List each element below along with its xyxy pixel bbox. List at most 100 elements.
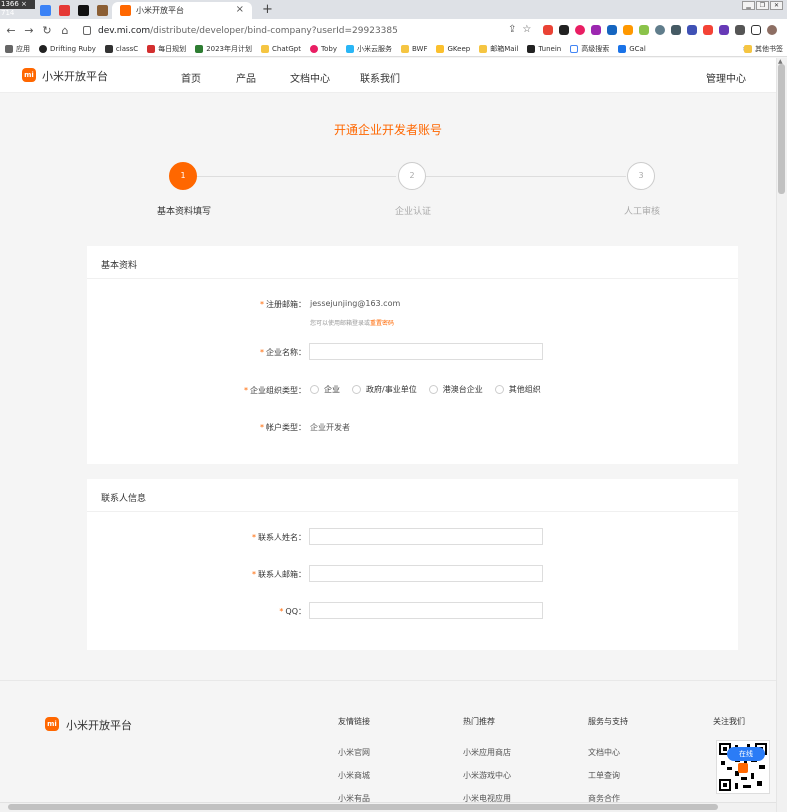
profile-avatar[interactable]: [767, 24, 778, 35]
extension-icon[interactable]: [703, 24, 714, 35]
bookmark-item[interactable]: 每日规划: [147, 44, 186, 54]
bookmark-item[interactable]: GKeep: [436, 45, 470, 53]
required-mark: *: [260, 348, 264, 357]
footer-link[interactable]: 文档中心: [588, 747, 620, 758]
mi-favicon-icon: [120, 5, 131, 16]
forward-icon[interactable]: →: [20, 24, 38, 37]
sidepanel-icon[interactable]: [751, 24, 762, 35]
bookmark-item[interactable]: classC: [104, 45, 138, 53]
step-1-label: 基本资料填写: [156, 207, 211, 217]
close-tab-icon[interactable]: ×: [236, 4, 244, 15]
contact-name-label: * 联系人姓名：: [252, 533, 306, 542]
nav-products[interactable]: 产品: [236, 70, 256, 85]
company-name-label: * 企业名称：: [260, 348, 306, 357]
bookmark-icon: [147, 45, 156, 53]
org-type-radio-group: 企业 政府/事业单位 港澳台企业 其他组织: [310, 384, 541, 395]
footer-col-title: 热门推荐: [463, 717, 495, 726]
required-mark: *: [260, 423, 264, 432]
bookmark-item[interactable]: ChatGpt: [261, 45, 301, 53]
bookmark-item[interactable]: GCal: [618, 45, 646, 53]
nav-home[interactable]: 首页: [181, 70, 201, 85]
bookmark-item[interactable]: 高级搜索: [570, 44, 609, 54]
tab-favicons[interactable]: [40, 2, 108, 19]
org-type-radio-enterprise[interactable]: 企业: [310, 384, 340, 395]
bookmark-item[interactable]: 邮箱Mail: [479, 44, 518, 54]
horizontal-scrollbar-thumb[interactable]: [8, 804, 718, 810]
footer-link[interactable]: 小米官网: [338, 747, 370, 758]
new-tab-button[interactable]: +: [262, 2, 273, 17]
online-chat-button[interactable]: 在线: [727, 747, 765, 761]
footer-col-title: 服务与支持: [588, 717, 628, 726]
reset-password-link[interactable]: 重置密码: [370, 320, 394, 327]
bookmark-item[interactable]: 应用: [5, 44, 30, 54]
extension-icon[interactable]: [591, 24, 602, 35]
basic-info-title: 基本资料: [101, 261, 138, 271]
org-type-radio-hk-mo-tw[interactable]: 港澳台企业: [428, 384, 483, 395]
step-connector: [426, 176, 626, 177]
extension-icon[interactable]: [671, 24, 682, 35]
google-icon: [570, 45, 579, 53]
extension-icon[interactable]: [559, 24, 570, 35]
menu-dots-icon[interactable]: ⋮: [783, 24, 787, 35]
admin-center-link[interactable]: 管理中心: [706, 70, 746, 85]
footer-link[interactable]: 小米游戏中心: [463, 770, 511, 781]
contact-email-input[interactable]: [309, 565, 543, 582]
extension-icon[interactable]: [687, 24, 698, 35]
extension-icon[interactable]: [623, 24, 634, 35]
extension-icon[interactable]: [607, 24, 618, 35]
radio-circle-icon: [428, 385, 438, 394]
extension-icon[interactable]: [639, 24, 650, 35]
star-icon[interactable]: ☆: [522, 24, 531, 35]
extension-icon[interactable]: [655, 24, 666, 35]
nav-contact[interactable]: 联系我们: [360, 70, 400, 85]
required-mark: *: [244, 386, 248, 395]
extension-icon[interactable]: [719, 24, 730, 35]
bookmark-item[interactable]: Tunein: [527, 45, 561, 53]
bookmark-icon: [195, 45, 204, 53]
scrollbar-thumb[interactable]: [778, 64, 785, 194]
url-host: dev.mi.com: [98, 25, 151, 36]
footer-link[interactable]: 工单查询: [588, 770, 620, 781]
back-icon[interactable]: ←: [2, 24, 20, 37]
org-type-radio-government[interactable]: 政府/事业单位: [352, 384, 417, 395]
contact-info-title: 联系人信息: [101, 494, 147, 504]
nav-docs[interactable]: 文档中心: [290, 70, 330, 85]
bookmarks-bar: 应用 Drifting Ruby classC 每日规划 2023年月计划 Ch…: [0, 42, 787, 57]
address-bar[interactable]: dev.mi.com /distribute/developer/bind-co…: [83, 22, 501, 39]
minimize-icon[interactable]: ▁: [742, 1, 755, 10]
window-controls[interactable]: ▁ ❐ ✕: [742, 1, 783, 10]
mi-logo[interactable]: mi: [22, 68, 36, 82]
company-name-input[interactable]: [309, 343, 543, 360]
extension-icon[interactable]: [575, 24, 586, 35]
footer-mi-logo: mi: [45, 717, 59, 731]
active-tab[interactable]: 小米开放平台 ×: [112, 2, 252, 19]
bookmark-item[interactable]: 2023年月计划: [195, 44, 252, 54]
reload-icon[interactable]: ↻: [38, 24, 56, 37]
tab-icon: [97, 5, 108, 16]
contact-name-input[interactable]: [309, 528, 543, 545]
site-name[interactable]: 小米开放平台: [42, 68, 108, 84]
bookmark-item[interactable]: BWF: [400, 45, 427, 53]
restore-icon[interactable]: ❐: [756, 1, 769, 10]
other-bookmarks[interactable]: 其他书签: [744, 44, 783, 54]
extension-icon[interactable]: [543, 24, 554, 35]
share-icon[interactable]: ⇪: [508, 24, 516, 35]
tab-icon: [78, 5, 89, 16]
home-icon[interactable]: ⌂: [56, 24, 74, 37]
bookmark-item[interactable]: 小米云服务: [345, 44, 392, 54]
bookmark-icon: [345, 45, 354, 53]
close-window-icon[interactable]: ✕: [770, 1, 783, 10]
extensions-puzzle-icon[interactable]: [735, 24, 746, 35]
radio-circle-icon: [310, 385, 319, 394]
footer-link[interactable]: 小米商城: [338, 770, 370, 781]
step-1-circle: 1: [169, 162, 197, 190]
lock-icon: [83, 26, 91, 35]
qq-input[interactable]: [309, 602, 543, 619]
site-footer: [0, 680, 776, 812]
footer-link[interactable]: 小米应用商店: [463, 747, 511, 758]
step-3-label: 人工审核: [623, 207, 660, 217]
org-type-radio-other[interactable]: 其他组织: [494, 384, 541, 395]
bookmark-item[interactable]: Toby: [310, 45, 337, 53]
bookmark-item[interactable]: Drifting Ruby: [39, 45, 96, 53]
step-connector: [197, 176, 396, 177]
